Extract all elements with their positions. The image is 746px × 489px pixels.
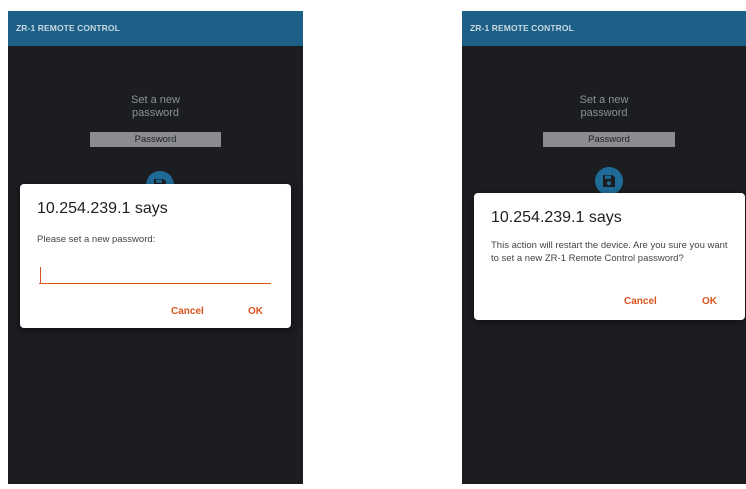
set-password-prompt: Set a new password	[131, 94, 180, 119]
floppy-disk-icon	[603, 175, 615, 187]
ok-button[interactable]: OK	[702, 296, 717, 307]
app-bar: ZR-1 REMOTE CONTROL	[8, 11, 303, 46]
app-title: ZR-1 REMOTE CONTROL	[16, 23, 120, 33]
password-field[interactable]: Password	[543, 132, 675, 147]
phone-screen-confirm-restart: ZR-1 REMOTE CONTROL Set a new password P…	[462, 11, 746, 484]
phone-screen-password-prompt: ZR-1 REMOTE CONTROL Set a new password P…	[8, 11, 303, 484]
dialog-title: 10.254.239.1 says	[491, 209, 622, 226]
dialog-title: 10.254.239.1 says	[37, 200, 168, 217]
confirm-dialog: 10.254.239.1 says This action will resta…	[474, 193, 745, 320]
dialog-message: This action will restart the device. Are…	[491, 240, 728, 264]
cancel-button[interactable]: Cancel	[624, 296, 657, 307]
new-password-input[interactable]	[39, 265, 271, 284]
set-password-prompt: Set a new password	[579, 94, 629, 119]
password-field[interactable]: Password	[90, 132, 221, 147]
save-button[interactable]	[595, 167, 623, 195]
ok-button[interactable]: OK	[248, 306, 263, 317]
cancel-button[interactable]: Cancel	[171, 306, 204, 317]
app-bar: ZR-1 REMOTE CONTROL	[462, 11, 746, 46]
prompt-dialog: 10.254.239.1 says Please set a new passw…	[20, 184, 291, 328]
dialog-message: Please set a new password:	[37, 234, 156, 245]
logo-icon	[472, 11, 622, 14]
text-cursor	[40, 267, 42, 283]
logo-icon	[18, 11, 168, 14]
app-title: ZR-1 REMOTE CONTROL	[470, 23, 574, 33]
